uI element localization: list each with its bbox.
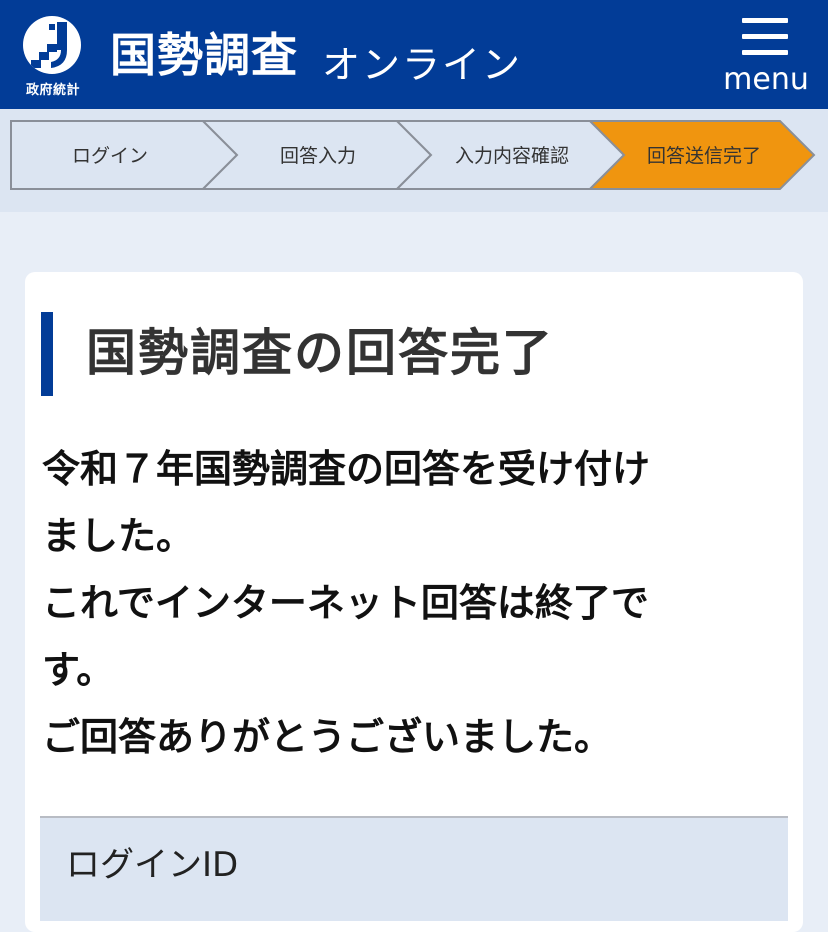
step-complete: 回答送信完了 — [646, 145, 761, 167]
hamburger-icon-bar — [742, 34, 788, 39]
step-confirm: 入力内容確認 — [454, 145, 569, 167]
message-line: 令和７年国勢調査の回答を受け付け — [42, 447, 651, 491]
brand-title: 国勢調査 — [110, 28, 298, 82]
app-header: 政府統計 国勢調査 オンライン menu — [0, 0, 828, 109]
completion-message: 令和７年国勢調査の回答を受け付け ました。 これでインターネット回答は終了で す… — [42, 436, 762, 771]
message-line: す。 — [42, 648, 115, 692]
brand-subtitle: オンライン — [322, 43, 523, 87]
hamburger-icon-bar — [742, 18, 788, 23]
menu-label: menu — [723, 62, 809, 97]
message-line: これでインターネット回答は終了で — [42, 581, 649, 625]
government-statistics-logo[interactable] — [23, 16, 81, 74]
hamburger-icon-bar — [742, 50, 788, 55]
logo-caption: 政府統計 — [25, 83, 80, 98]
stats-logo-icon — [31, 22, 67, 68]
step-login: ログイン — [71, 145, 148, 167]
message-line: ご回答ありがとうございました。 — [42, 715, 613, 759]
menu-button[interactable]: menu — [718, 12, 818, 102]
title-accent-bar — [41, 312, 53, 396]
message-line: ました。 — [42, 514, 195, 558]
step-answer-input: 回答入力 — [279, 145, 356, 167]
page-title: 国勢調査の回答完了 — [86, 324, 554, 382]
login-id-label: ログインID — [66, 845, 239, 885]
